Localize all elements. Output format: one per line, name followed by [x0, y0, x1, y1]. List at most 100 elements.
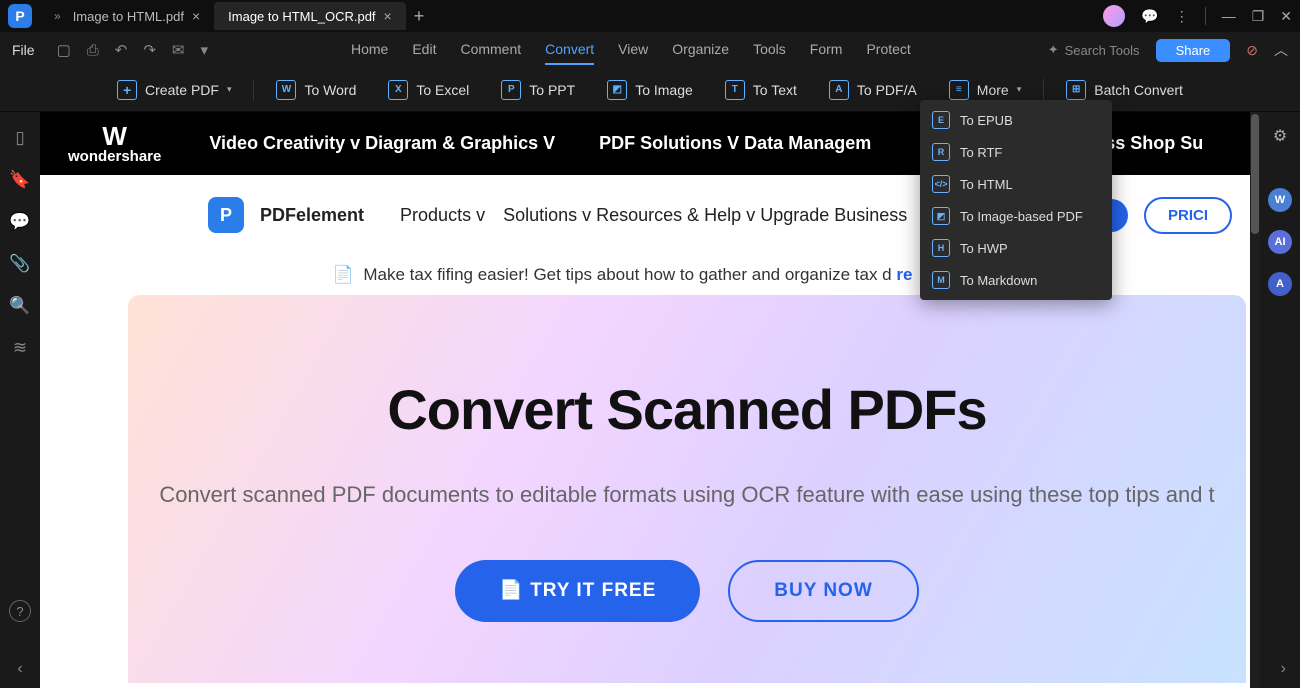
to-pdfa-label: To PDF/A	[857, 82, 917, 98]
chat-icon[interactable]: 💬	[1141, 8, 1158, 25]
html-icon: </>	[932, 175, 950, 193]
tab-2[interactable]: Image to HTML_OCR.pdf ×	[214, 2, 406, 30]
ppt-icon: P	[501, 80, 521, 100]
create-pdf-label: Create PDF	[145, 82, 219, 98]
dd-label: To RTF	[960, 145, 1002, 160]
dd-to-html[interactable]: </> To HTML	[920, 168, 1112, 200]
comment-icon[interactable]: 💬	[9, 212, 30, 232]
pdfelement-brand: PDFelement	[260, 205, 364, 226]
redo-icon[interactable]: ↷	[137, 41, 162, 59]
pricing-button[interactable]: PRICI	[1144, 197, 1232, 234]
dd-label: To Image-based PDF	[960, 209, 1083, 224]
imgpdf-icon: ◩	[932, 207, 950, 225]
mail-icon[interactable]: ✉	[166, 41, 191, 59]
word-icon: W	[276, 80, 296, 100]
word-badge-icon[interactable]: W	[1268, 188, 1292, 212]
file-menu[interactable]: File	[12, 42, 35, 58]
dd-to-epub[interactable]: ETo EPUB	[920, 104, 1112, 136]
batch-label: Batch Convert	[1094, 82, 1183, 98]
prev-page-icon[interactable]: ‹	[17, 660, 22, 678]
hwp-icon: H	[932, 239, 950, 257]
help-icon[interactable]: ?	[9, 600, 31, 622]
collapse-ribbon-icon[interactable]: ︿	[1274, 40, 1288, 60]
menu-tools[interactable]: Tools	[753, 35, 786, 65]
titlebar: P » Image to HTML.pdf × Image to HTML_OC…	[0, 0, 1300, 32]
new-tab-button[interactable]: +	[406, 6, 433, 27]
to-excel-button[interactable]: X To Excel	[378, 74, 479, 106]
menu-convert[interactable]: Convert	[545, 35, 594, 65]
cloud-off-icon[interactable]: ⊘	[1246, 42, 1258, 59]
excel-icon: X	[388, 80, 408, 100]
dd-to-image-pdf[interactable]: ◩ To Image-based PDF	[920, 200, 1112, 232]
layers-icon[interactable]: ≋	[13, 338, 27, 358]
menu-home[interactable]: Home	[351, 35, 388, 65]
dd-label: To HTML	[960, 177, 1013, 192]
chevron-down-icon: ▾	[227, 84, 232, 95]
dd-to-hwp[interactable]: HTo HWP	[920, 232, 1112, 264]
to-word-button[interactable]: WTo Word	[266, 74, 366, 106]
left-rail: ▯ 🔖 💬 📎 🔍 ≋ ? ‹	[0, 112, 40, 688]
to-image-label: To Image	[635, 82, 693, 98]
dd-to-rtf[interactable]: RTo RTF	[920, 136, 1112, 168]
menu-comment[interactable]: Comment	[460, 35, 521, 65]
search-tools[interactable]: ✦ Search Tools	[1048, 42, 1140, 58]
user-avatar[interactable]	[1103, 5, 1125, 27]
close-window-icon[interactable]: ✕	[1280, 8, 1292, 25]
banner-icon: 📄	[333, 265, 354, 284]
undo-icon[interactable]: ↶	[109, 41, 134, 59]
try-free-button[interactable]: 📄 TRY IT FREE	[455, 560, 700, 622]
next-page-icon[interactable]: ›	[1281, 660, 1286, 678]
dd-to-markdown[interactable]: MTo Markdown	[920, 264, 1112, 296]
ws-nav-1[interactable]: Video Creativity v Diagram & Graphics V	[209, 133, 555, 154]
maximize-icon[interactable]: ❐	[1252, 8, 1265, 25]
thumbnail-icon[interactable]: ▯	[15, 128, 24, 148]
search-icon[interactable]: 🔍	[9, 296, 30, 316]
batch-icon: ⊞	[1066, 80, 1086, 100]
pe-nav-links: Products v Solutions v Resources & Help …	[400, 205, 907, 226]
close-icon[interactable]: ×	[384, 8, 392, 24]
buy-now-button[interactable]: BUY NOW	[728, 560, 918, 622]
pe-solutions[interactable]: Solutions v Resources & Help v Upgrade B…	[503, 205, 907, 226]
close-icon[interactable]: ×	[192, 8, 200, 24]
kebab-menu-icon[interactable]: ⋮	[1175, 8, 1189, 25]
menu-edit[interactable]: Edit	[412, 35, 436, 65]
vertical-scrollbar[interactable]	[1250, 112, 1260, 688]
attachment-icon[interactable]: 📎	[9, 254, 30, 274]
tab-1[interactable]: » Image to HTML.pdf ×	[40, 2, 214, 30]
menu-organize[interactable]: Organize	[672, 35, 729, 65]
ws-nav-2[interactable]: PDF Solutions V Data Managem	[599, 133, 871, 154]
save-icon[interactable]: ▢	[51, 41, 77, 59]
right-rail: ⚙ W AI A	[1260, 112, 1300, 688]
to-image-button[interactable]: ◩To Image	[597, 74, 703, 106]
to-excel-label: To Excel	[416, 82, 469, 98]
bookmark-icon[interactable]: 🔖	[9, 170, 30, 190]
logo-text: wondershare	[68, 149, 161, 164]
menu-view[interactable]: View	[618, 35, 648, 65]
create-pdf-button[interactable]: + Create PDF ▾	[107, 74, 241, 106]
menu-protect[interactable]: Protect	[866, 35, 910, 65]
search-tools-label: Search Tools	[1065, 43, 1140, 58]
banner-link-re[interactable]: re	[896, 265, 912, 284]
properties-icon[interactable]: ⚙	[1273, 126, 1287, 146]
assistant-badge-icon[interactable]: A	[1268, 272, 1292, 296]
try-free-label: TRY IT FREE	[530, 580, 656, 601]
minimize-icon[interactable]: —	[1222, 8, 1236, 24]
to-text-label: To Text	[753, 82, 797, 98]
plus-doc-icon: +	[117, 80, 137, 100]
to-ppt-button[interactable]: PTo PPT	[491, 74, 585, 106]
more-icon: ≡	[949, 80, 969, 100]
scroll-thumb[interactable]	[1251, 114, 1259, 234]
menu-form[interactable]: Form	[810, 35, 843, 65]
hero-subtitle: Convert scanned PDF documents to editabl…	[128, 482, 1246, 508]
share-button[interactable]: Share	[1156, 39, 1231, 62]
app-logo-icon: P	[8, 4, 32, 28]
to-text-button[interactable]: TTo Text	[715, 74, 807, 106]
pe-products[interactable]: Products v	[400, 205, 485, 226]
dd-label: To Markdown	[960, 273, 1037, 288]
ai-badge-icon[interactable]: AI	[1268, 230, 1292, 254]
more-convert-dropdown: ETo EPUB RTo RTF </> To HTML ◩ To Image-ba…	[920, 100, 1112, 300]
print-icon[interactable]: ⎙	[81, 42, 105, 59]
menubar: File ▢ ⎙ ↶ ↷ ✉ ▾ Home Edit Comment Conve…	[0, 32, 1300, 68]
to-pdfa-button[interactable]: ATo PDF/A	[819, 74, 927, 106]
dropdown-icon[interactable]: ▾	[195, 41, 215, 59]
